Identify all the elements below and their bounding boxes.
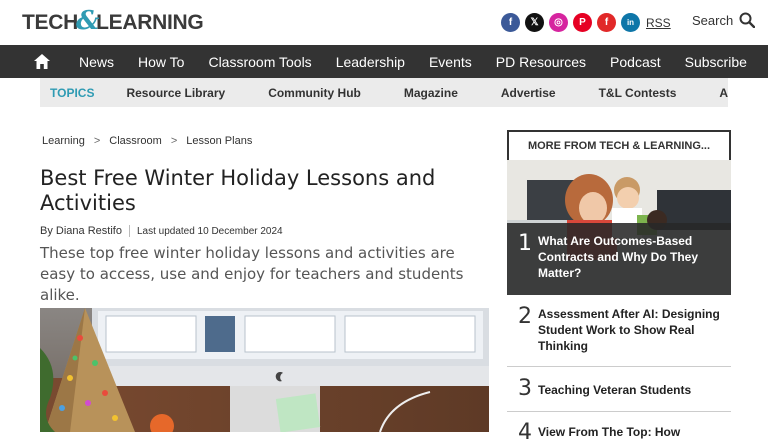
flipboard-icon[interactable]: f: [597, 13, 616, 32]
sidebar-heading: MORE FROM TECH & LEARNING...: [507, 130, 731, 160]
breadcrumb-separator: >: [170, 135, 178, 147]
nav-item-pd-resources[interactable]: PD Resources: [484, 54, 598, 70]
main-nav: News How To Classroom Tools Leadership E…: [0, 45, 768, 78]
sidebar-item-title[interactable]: What Are Outcomes-Based Contracts and Wh…: [538, 233, 723, 281]
topic-tl-contests[interactable]: T&L Contests: [599, 86, 677, 100]
linkedin-icon[interactable]: in: [621, 13, 640, 32]
topics-bar: TOPICS Resource Library Community Hub Ma…: [40, 78, 728, 107]
rank-number: 1: [518, 231, 532, 256]
rank-number: 2: [518, 304, 532, 329]
nav-item-classroom-tools[interactable]: Classroom Tools: [196, 54, 323, 70]
sidebar-item-title[interactable]: Assessment After AI: Designing Student W…: [538, 306, 728, 354]
nav-item-events[interactable]: Events: [417, 54, 484, 70]
breadcrumb: Learning > Classroom > Lesson Plans: [42, 135, 252, 147]
breadcrumb-learning[interactable]: Learning: [42, 135, 85, 147]
sidebar-divider: [507, 411, 731, 412]
sidebar-divider: [507, 366, 731, 367]
rss-link[interactable]: RSS: [646, 16, 671, 30]
article-strapline: These top free winter holiday lessons an…: [40, 244, 464, 304]
breadcrumb-lesson-plans[interactable]: Lesson Plans: [186, 135, 252, 147]
logo-text-right: LEARNING: [96, 11, 204, 34]
x-icon[interactable]: 𝕏: [525, 13, 544, 32]
nav-item-subscribe[interactable]: Subscribe: [673, 54, 759, 70]
hero-photo: [40, 308, 489, 432]
social-links: f 𝕏 ◎ P f in RSS: [501, 13, 671, 32]
nav-item-leadership[interactable]: Leadership: [324, 54, 417, 70]
pinterest-icon[interactable]: P: [573, 13, 592, 32]
nav-item-podcast[interactable]: Podcast: [598, 54, 673, 70]
search-icon: [739, 12, 756, 28]
instagram-icon[interactable]: ◎: [549, 13, 568, 32]
hero-image: [40, 308, 489, 432]
sidebar-item-title[interactable]: Teaching Veteran Students: [538, 382, 728, 398]
topic-resource-library[interactable]: Resource Library: [126, 86, 225, 100]
topic-advertise[interactable]: Advertise: [501, 86, 556, 100]
topics-label: TOPICS: [50, 85, 95, 100]
last-updated: Last updated 10 December 2024: [136, 225, 283, 237]
topic-community-hub[interactable]: Community Hub: [268, 86, 361, 100]
site-logo[interactable]: TECH & LEARNING: [22, 6, 204, 37]
facebook-icon[interactable]: f: [501, 13, 520, 32]
nav-item-news[interactable]: News: [67, 54, 126, 70]
nav-item-how-to[interactable]: How To: [126, 54, 196, 70]
rank-number: 3: [518, 376, 532, 401]
logo-text-left: TECH: [22, 11, 78, 34]
sidebar-item-title[interactable]: View From The Top: How: [538, 424, 728, 440]
breadcrumb-separator: >: [93, 135, 101, 147]
author-link[interactable]: Diana Restifo: [56, 225, 122, 237]
site-header: TECH & LEARNING f 𝕏 ◎ P f in RSS Search: [0, 0, 768, 45]
logo-ampersand: &: [75, 6, 100, 36]
article-title: Best Free Winter Holiday Lessons and Act…: [40, 166, 436, 215]
rank-number: 4: [518, 420, 532, 445]
featured-caption: 1 What Are Outcomes-Based Contracts and …: [507, 223, 731, 295]
breadcrumb-classroom[interactable]: Classroom: [109, 135, 162, 147]
byline: By Diana Restifo Last updated 10 Decembe…: [40, 225, 283, 237]
search-button[interactable]: Search: [692, 12, 756, 28]
topic-ai[interactable]: AI: [719, 86, 728, 100]
author-prefix: By: [40, 225, 53, 237]
topic-magazine[interactable]: Magazine: [404, 86, 458, 100]
home-icon[interactable]: [31, 51, 53, 73]
byline-divider: [128, 225, 130, 237]
search-label: Search: [692, 12, 734, 28]
sidebar-featured-item[interactable]: 1 What Are Outcomes-Based Contracts and …: [507, 160, 731, 295]
